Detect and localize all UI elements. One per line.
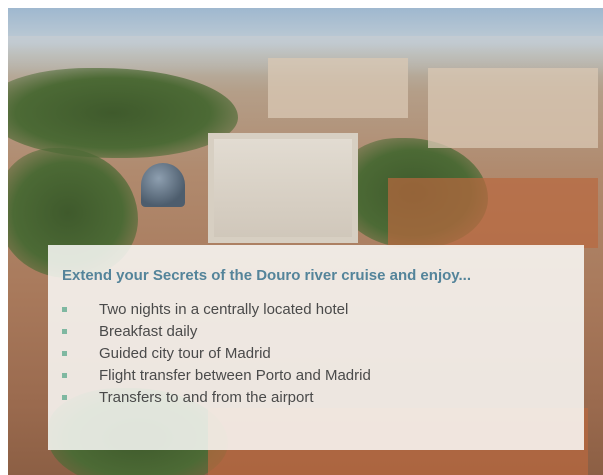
list-item-text: Guided city tour of Madrid [99,345,271,362]
bullet-square-icon [62,307,67,312]
palace-building [208,133,358,243]
building-block [428,68,598,148]
list-item-text: Two nights in a centrally located hotel [99,301,349,318]
list-item: Transfers to and from the airport [62,387,371,409]
panel-title: Extend your Secrets of the Douro river c… [62,267,471,284]
list-item: Breakfast daily [62,321,371,343]
cathedral-dome [141,163,185,207]
list-item-text: Flight transfer between Porto and Madrid [99,367,371,384]
list-item-text: Transfers to and from the airport [99,389,314,406]
bullet-square-icon [62,395,67,400]
inclusions-list: Two nights in a centrally located hotel … [62,299,371,409]
page: Extend your Secrets of the Douro river c… [0,0,603,475]
bullet-square-icon [62,373,67,378]
list-item: Guided city tour of Madrid [62,343,371,365]
list-item: Flight transfer between Porto and Madrid [62,365,371,387]
park-area [8,68,238,158]
bullet-square-icon [62,329,67,334]
list-item-text: Breakfast daily [99,323,198,340]
bullet-square-icon [62,351,67,356]
info-panel: Extend your Secrets of the Douro river c… [48,245,584,450]
list-item: Two nights in a centrally located hotel [62,299,371,321]
roof-block [388,178,598,248]
building-block [268,58,408,118]
